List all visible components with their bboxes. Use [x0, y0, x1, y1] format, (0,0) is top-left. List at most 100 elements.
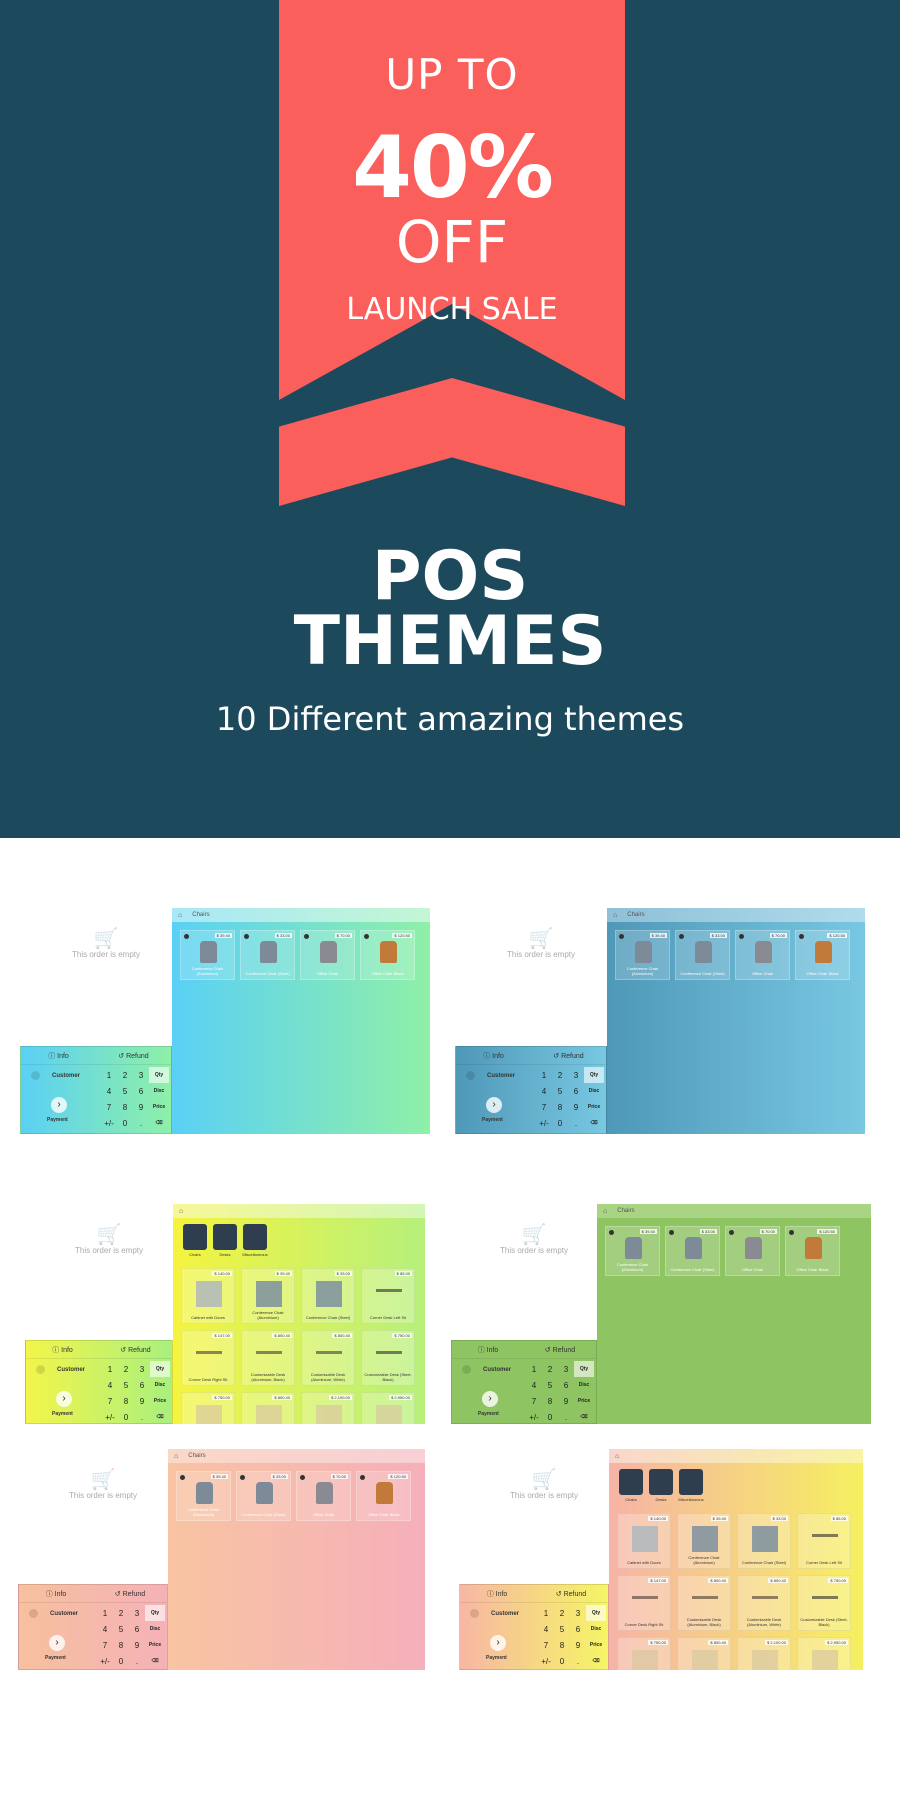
- product-card[interactable]: $ 33.00 Conference Chair (Steel): [301, 1268, 355, 1324]
- numpad-key[interactable]: 4: [536, 1083, 552, 1099]
- refund-button[interactable]: ↺ Refund: [534, 1585, 608, 1602]
- numpad-key[interactable]: 8: [552, 1099, 568, 1115]
- numpad-key[interactable]: +/-: [526, 1409, 542, 1425]
- category-button[interactable]: Desks: [649, 1469, 673, 1502]
- numpad-key[interactable]: 6: [134, 1377, 150, 1393]
- customer-button[interactable]: Customer: [36, 1365, 85, 1374]
- mode-key[interactable]: Price: [145, 1637, 165, 1653]
- numpad-key[interactable]: 5: [554, 1621, 570, 1637]
- numpad-key[interactable]: 9: [129, 1637, 145, 1653]
- numpad-key[interactable]: 0: [542, 1409, 558, 1425]
- refund-button[interactable]: ↺ Refund: [96, 1047, 171, 1064]
- mode-key[interactable]: Qty: [574, 1361, 594, 1377]
- breadcrumb-category[interactable]: Chairs: [188, 1453, 205, 1459]
- mode-key[interactable]: Disc: [150, 1377, 170, 1393]
- numpad-key[interactable]: 8: [113, 1637, 129, 1653]
- mode-key[interactable]: ⌫: [586, 1653, 606, 1669]
- numpad-key[interactable]: 4: [538, 1621, 554, 1637]
- numpad-key[interactable]: 8: [118, 1393, 134, 1409]
- payment-button[interactable]: ›: [49, 1635, 65, 1651]
- product-card[interactable]: $ 39.40 Conference Chair (Aluminium): [605, 1226, 660, 1276]
- product-card[interactable]: $ 70.00 Office Chair: [300, 930, 355, 980]
- home-icon[interactable]: ⌂: [615, 1453, 619, 1460]
- numpad-key[interactable]: 5: [117, 1083, 133, 1099]
- mode-key[interactable]: ⌫: [145, 1653, 165, 1669]
- numpad-key[interactable]: 8: [542, 1393, 558, 1409]
- info-icon[interactable]: [799, 934, 804, 939]
- numpad-key[interactable]: 7: [538, 1637, 554, 1653]
- home-icon[interactable]: ⌂: [179, 1208, 183, 1215]
- numpad-key[interactable]: .: [570, 1653, 586, 1669]
- numpad-key[interactable]: 2: [552, 1067, 568, 1083]
- mode-key[interactable]: Price: [149, 1099, 169, 1115]
- customer-button[interactable]: Customer: [466, 1071, 515, 1080]
- info-icon[interactable]: [679, 934, 684, 939]
- payment-button[interactable]: ›: [56, 1391, 72, 1407]
- numpad-key[interactable]: 4: [97, 1621, 113, 1637]
- mode-key[interactable]: Qty: [584, 1067, 604, 1083]
- numpad-key[interactable]: 7: [101, 1099, 117, 1115]
- numpad-key[interactable]: 8: [117, 1099, 133, 1115]
- info-button[interactable]: ⓘ Info: [456, 1047, 531, 1064]
- product-card[interactable]: $ 800.40 Customizable Desk (Aluminium, Wh…: [301, 1330, 355, 1386]
- breadcrumb-category[interactable]: Chairs: [617, 1208, 634, 1214]
- numpad-key[interactable]: 0: [552, 1115, 568, 1131]
- numpad-key[interactable]: 1: [536, 1067, 552, 1083]
- numpad-key[interactable]: 4: [101, 1083, 117, 1099]
- numpad-key[interactable]: 3: [133, 1067, 149, 1083]
- product-card[interactable]: $ 800.40: [241, 1392, 295, 1424]
- numpad-key[interactable]: 5: [113, 1621, 129, 1637]
- numpad-key[interactable]: 3: [129, 1605, 145, 1621]
- info-icon[interactable]: [364, 934, 369, 939]
- mode-key[interactable]: Qty: [586, 1605, 606, 1621]
- info-icon[interactable]: [240, 1475, 245, 1480]
- product-card[interactable]: $ 39.40 Conference Chair (Aluminium): [615, 930, 670, 980]
- info-icon[interactable]: [184, 934, 189, 939]
- info-icon[interactable]: [609, 1230, 614, 1235]
- product-card[interactable]: $ 2,100.00: [301, 1392, 355, 1424]
- product-card[interactable]: $ 39.40 Conference Chair (Aluminium): [176, 1471, 231, 1521]
- numpad-key[interactable]: +/-: [536, 1115, 552, 1131]
- mode-key[interactable]: Price: [574, 1393, 594, 1409]
- numpad-key[interactable]: 1: [538, 1605, 554, 1621]
- numpad-key[interactable]: .: [133, 1115, 149, 1131]
- product-card[interactable]: $ 800.40: [677, 1637, 731, 1670]
- payment-button[interactable]: ›: [51, 1097, 67, 1113]
- numpad-key[interactable]: 1: [101, 1067, 117, 1083]
- numpad-key[interactable]: 0: [113, 1653, 129, 1669]
- numpad-key[interactable]: 1: [526, 1361, 542, 1377]
- numpad-key[interactable]: 2: [113, 1605, 129, 1621]
- product-card[interactable]: $ 140.00 Cabinet with Doors: [181, 1268, 235, 1324]
- category-button[interactable]: Miscellaneous: [678, 1469, 704, 1502]
- numpad-key[interactable]: 6: [133, 1083, 149, 1099]
- numpad-key[interactable]: 6: [129, 1621, 145, 1637]
- numpad-key[interactable]: 0: [554, 1653, 570, 1669]
- refund-button[interactable]: ↺ Refund: [531, 1047, 606, 1064]
- home-icon[interactable]: ⌂: [613, 912, 617, 919]
- numpad-key[interactable]: 9: [558, 1393, 574, 1409]
- refund-button[interactable]: ↺ Refund: [93, 1585, 167, 1602]
- mode-key[interactable]: Qty: [149, 1067, 169, 1083]
- product-card[interactable]: $ 750.00: [181, 1392, 235, 1424]
- numpad-key[interactable]: .: [129, 1653, 145, 1669]
- info-button[interactable]: ⓘ Info: [460, 1585, 534, 1602]
- numpad-key[interactable]: 6: [568, 1083, 584, 1099]
- numpad-key[interactable]: .: [558, 1409, 574, 1425]
- product-card[interactable]: $ 70.00 Office Chair: [296, 1471, 351, 1521]
- product-card[interactable]: $ 800.40 Customizable Desk (Aluminium, Wh…: [737, 1575, 791, 1631]
- numpad-key[interactable]: 7: [102, 1393, 118, 1409]
- customer-button[interactable]: Customer: [31, 1071, 80, 1080]
- numpad-key[interactable]: 3: [134, 1361, 150, 1377]
- numpad-key[interactable]: 0: [117, 1115, 133, 1131]
- numpad-key[interactable]: +/-: [101, 1115, 117, 1131]
- numpad-key[interactable]: 4: [526, 1377, 542, 1393]
- customer-button[interactable]: Customer: [470, 1609, 519, 1618]
- mode-key[interactable]: Price: [586, 1637, 606, 1653]
- refund-button[interactable]: ↺ Refund: [99, 1341, 172, 1358]
- mode-key[interactable]: Disc: [149, 1083, 169, 1099]
- numpad-key[interactable]: 9: [134, 1393, 150, 1409]
- product-card[interactable]: $ 33.00 Conference Chair (Steel): [737, 1513, 791, 1569]
- mode-key[interactable]: Disc: [574, 1377, 594, 1393]
- product-card[interactable]: $ 750.00: [617, 1637, 671, 1670]
- numpad-key[interactable]: 4: [102, 1377, 118, 1393]
